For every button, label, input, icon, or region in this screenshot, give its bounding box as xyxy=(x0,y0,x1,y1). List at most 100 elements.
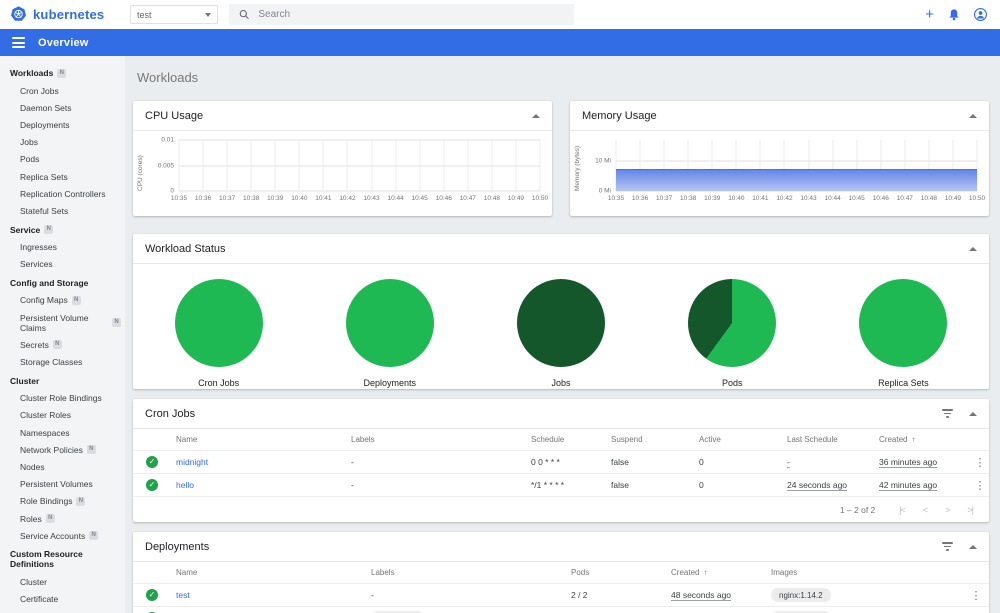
previous-page-button[interactable]: < xyxy=(923,505,928,515)
sidebar-item-services[interactable]: Services xyxy=(0,256,125,273)
sidebar-item-roles[interactable]: Roles N xyxy=(0,510,125,527)
create-resource-button[interactable]: + xyxy=(925,7,934,22)
sidebar-item-jobs[interactable]: Jobs xyxy=(0,134,125,151)
namespace-value: test xyxy=(137,9,152,20)
sidebar-item-cluster-role-bindings[interactable]: Cluster Role Bindings xyxy=(0,390,125,407)
user-account-button[interactable] xyxy=(974,8,987,21)
workload-status-jobs: Jobs xyxy=(475,279,646,388)
sidebar-item-pods[interactable]: Pods xyxy=(0,151,125,168)
sidebar-item-label: Cluster Roles xyxy=(20,410,72,421)
sidebar-section-label: Service xyxy=(10,224,41,235)
column-header-suspend[interactable]: Suspend xyxy=(611,435,699,444)
sidebar-item-config-maps[interactable]: Config Maps N xyxy=(0,292,125,309)
sidebar-item-service-accounts[interactable]: Service Accounts N xyxy=(0,527,125,544)
workload-status-title: Workload Status xyxy=(145,242,226,255)
x-tick-label: 10:39 xyxy=(704,195,721,202)
notifications-button[interactable] xyxy=(948,8,960,21)
workload-status-card: Workload Status Cron Jobs Deployments Jobs… xyxy=(133,234,989,389)
sidebar-section-service[interactable]: Service N xyxy=(0,220,125,239)
sidebar-section-cluster[interactable]: Cluster xyxy=(0,371,125,390)
namespace-select[interactable]: test xyxy=(130,5,218,24)
column-header-created[interactable]: Created ↑ xyxy=(671,568,771,577)
row-menu-button[interactable]: ⋮ xyxy=(971,456,989,469)
sidebar-item-daemon-sets[interactable]: Daemon Sets xyxy=(0,99,125,116)
x-tick-label: 10:42 xyxy=(339,195,356,202)
column-header-name[interactable]: Name xyxy=(176,568,371,577)
deployment-name-link[interactable]: test xyxy=(176,590,371,600)
namespaced-badge: N xyxy=(44,225,54,234)
row-menu-button[interactable]: ⋮ xyxy=(971,479,989,492)
cron-jobs-pagination: 1 – 2 of 2 |< < > >| xyxy=(133,497,989,522)
column-header-active[interactable]: Active xyxy=(699,435,787,444)
filter-icon[interactable] xyxy=(942,409,953,418)
sidebar-item-cluster-roles[interactable]: Cluster Roles xyxy=(0,407,125,424)
sidebar-item-persistent-volume-claims[interactable]: Persistent Volume Claims N xyxy=(0,309,125,336)
check-circle-icon xyxy=(146,456,158,468)
sidebar-item-replica-sets[interactable]: Replica Sets xyxy=(0,168,125,185)
filter-icon[interactable] xyxy=(942,542,953,551)
x-tick-label: 10:43 xyxy=(800,195,817,202)
x-tick-label: 10:46 xyxy=(435,195,452,202)
search-icon xyxy=(239,10,249,20)
first-page-button[interactable]: |< xyxy=(899,505,906,515)
sidebar-item-label: Role Bindings xyxy=(20,496,73,507)
collapse-card-button[interactable] xyxy=(969,411,977,416)
column-header-pods[interactable]: Pods xyxy=(571,568,671,577)
pie-label: Replica Sets xyxy=(878,378,929,388)
next-page-button[interactable]: > xyxy=(945,505,950,515)
chevron-down-icon xyxy=(205,12,211,17)
collapse-card-button[interactable] xyxy=(969,246,977,251)
search-input[interactable] xyxy=(258,9,564,20)
sidebar-item-label: Deployments xyxy=(20,119,70,130)
column-header-created[interactable]: Created ↑ xyxy=(879,435,971,444)
collapse-card-button[interactable] xyxy=(969,113,977,118)
sidebar-item-deployments[interactable]: Deployments xyxy=(0,116,125,133)
workload-status-replica-sets: Replica Sets xyxy=(818,279,989,388)
column-header-last-schedule[interactable]: Last Schedule xyxy=(787,435,879,444)
pie-label: Jobs xyxy=(551,378,571,388)
collapse-card-button[interactable] xyxy=(532,113,540,118)
cronjob-name-link[interactable]: hello xyxy=(176,480,351,490)
x-tick-label: 10:47 xyxy=(459,195,476,202)
sidebar-item-certificate[interactable]: Certificate xyxy=(0,591,125,608)
column-header-name[interactable]: Name xyxy=(176,435,351,444)
x-tick-label: 10:35 xyxy=(607,195,625,202)
x-tick-label: 10:46 xyxy=(872,195,889,202)
sidebar-item-storage-classes[interactable]: Storage Classes xyxy=(0,353,125,370)
sidebar-item-cluster-issuer[interactable]: Cluster Issuer xyxy=(0,608,125,613)
sidebar-item-cluster[interactable]: Cluster xyxy=(0,573,125,590)
sidebar-item-network-policies[interactable]: Network Policies N xyxy=(0,441,125,458)
cronjob-name-link[interactable]: midnight xyxy=(176,457,351,467)
menu-toggle-button[interactable] xyxy=(12,37,25,48)
column-header-images[interactable]: Images xyxy=(771,568,963,577)
sidebar-item-secrets[interactable]: Secrets N xyxy=(0,336,125,353)
app-header: kubernetes test + xyxy=(0,0,1000,29)
collapse-card-button[interactable] xyxy=(969,544,977,549)
x-tick-label: 10:36 xyxy=(631,195,649,202)
sidebar-item-stateful-sets[interactable]: Stateful Sets xyxy=(0,202,125,219)
y-tick-label: 0 xyxy=(170,187,174,195)
sidebar-item-role-bindings[interactable]: Role Bindings N xyxy=(0,493,125,510)
page-toolbar: Overview xyxy=(0,29,1000,56)
namespaced-badge: N xyxy=(57,68,67,78)
sidebar-item-nodes[interactable]: Nodes xyxy=(0,458,125,475)
sidebar-item-namespaces[interactable]: Namespaces xyxy=(0,424,125,441)
column-header-labels[interactable]: Labels xyxy=(371,568,571,577)
y-tick-label: 0.01 xyxy=(161,136,174,144)
column-header-labels[interactable]: Labels xyxy=(351,435,531,444)
sidebar-section-workloads[interactable]: Workloads N xyxy=(0,63,125,82)
sidebar-item-cron-jobs[interactable]: Cron Jobs xyxy=(0,82,125,99)
sidebar-section-config-and-storage[interactable]: Config and Storage xyxy=(0,273,125,292)
namespaced-badge: N xyxy=(52,340,62,350)
table-row: nginx-deploymentapp: nginx3 / 342 minute… xyxy=(133,607,989,613)
search-bar[interactable] xyxy=(229,4,574,25)
sidebar-item-ingresses[interactable]: Ingresses xyxy=(0,239,125,256)
row-menu-button[interactable]: ⋮ xyxy=(963,589,989,602)
sidebar-item-replication-controllers[interactable]: Replication Controllers xyxy=(0,185,125,202)
sidebar-section-custom-resource-definitions[interactable]: Custom Resource Definitions xyxy=(0,544,125,573)
sidebar-item-persistent-volumes[interactable]: Persistent Volumes xyxy=(0,476,125,493)
sidebar-item-label: Pods xyxy=(20,154,40,165)
last-page-button[interactable]: >| xyxy=(967,505,974,515)
cell-active: 0 xyxy=(699,457,704,467)
column-header-schedule[interactable]: Schedule xyxy=(531,435,611,444)
